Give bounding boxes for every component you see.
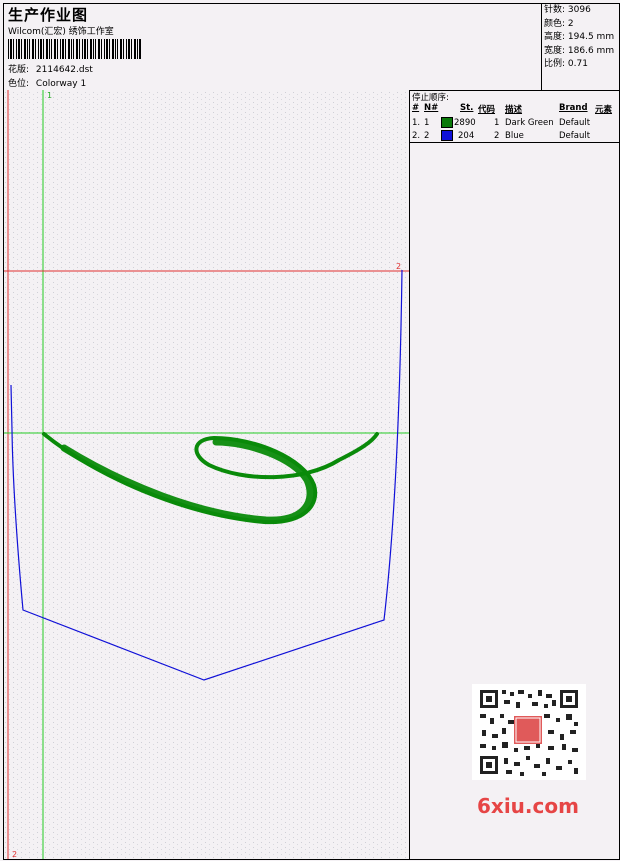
col-stitches: St. xyxy=(460,103,474,113)
stop-sequence-table: 停止顺序: # N# St. 代码 描述 Brand 元素 1. 1 2890 … xyxy=(410,90,619,143)
design-canvas: 1 2 2 xyxy=(4,90,410,859)
col-code: 代码 xyxy=(478,105,496,115)
qr-logo-badge xyxy=(514,716,542,744)
color-swatch-green xyxy=(441,117,453,128)
col-index: # xyxy=(412,103,420,113)
colorway-label: 色位: xyxy=(8,79,30,89)
marker-top: 1 xyxy=(47,91,52,100)
barcode-icon xyxy=(8,39,141,59)
col-n: N# xyxy=(424,103,439,113)
marker-right: 2 xyxy=(396,262,401,271)
stats-panel: 针数: 3096 颜色: 2 高度: 194.5 mm 宽度: 186.6 mm… xyxy=(542,4,619,91)
design-value: 2114642.dst xyxy=(35,65,93,75)
stat-colors: 颜色: 2 xyxy=(544,18,574,29)
col-element: 元素 xyxy=(595,105,613,115)
stat-width: 宽度: 186.6 mm xyxy=(544,45,615,56)
col-brand: Brand xyxy=(559,103,588,113)
stat-stitches: 针数: 3096 xyxy=(544,5,591,15)
marker-bottom: 2 xyxy=(12,850,17,859)
stat-scale: 比例: 0.71 xyxy=(544,59,588,69)
production-worksheet: 生产作业图 Wilcom(汇宏) 绣饰工作室 花版: 2114642.dst 色… xyxy=(3,3,620,860)
stat-height: 高度: 194.5 mm xyxy=(544,32,615,42)
design-label: 花版: xyxy=(8,65,30,75)
embroidery-preview: 1 2 2 xyxy=(4,90,409,859)
color-swatch-blue xyxy=(441,130,453,141)
site-watermark: 6xiu.com xyxy=(477,794,579,818)
stop-sequence-label: 停止顺序: xyxy=(412,93,449,103)
header-info: 生产作业图 Wilcom(汇宏) 绣饰工作室 花版: 2114642.dst 色… xyxy=(4,4,542,91)
col-description: 描述 xyxy=(505,105,523,115)
qr-code-icon xyxy=(472,684,586,780)
design-file: 花版: 2114642.dst xyxy=(8,62,93,75)
studio-name: Wilcom(汇宏) 绣饰工作室 xyxy=(8,27,114,37)
colorway: 色位: Colorway 1 xyxy=(8,76,86,89)
page-title: 生产作业图 xyxy=(8,6,89,24)
colorway-value: Colorway 1 xyxy=(35,79,87,89)
